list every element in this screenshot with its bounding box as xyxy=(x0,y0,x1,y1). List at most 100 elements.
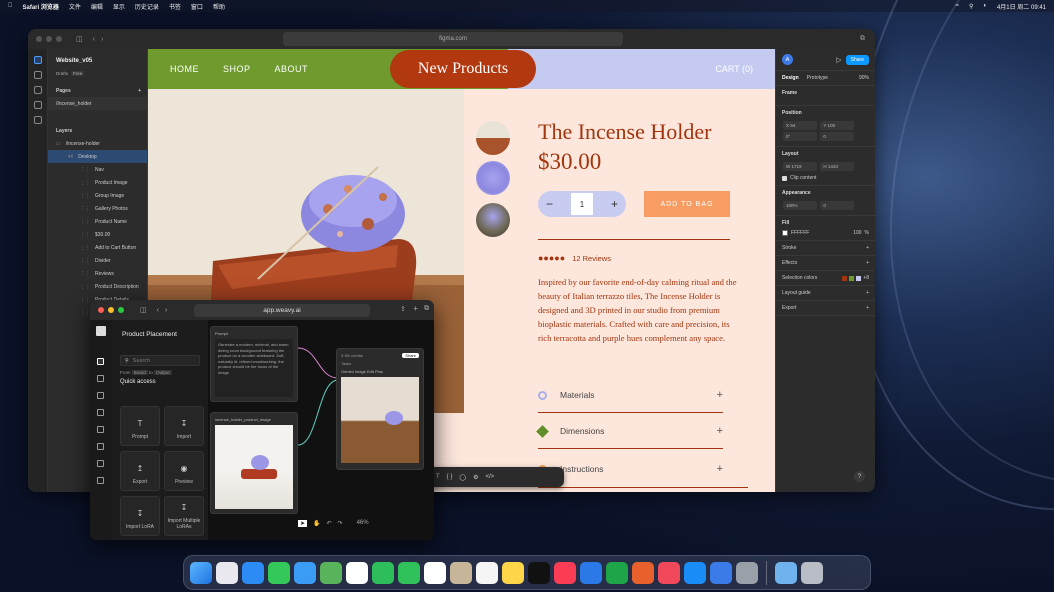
assets-icon[interactable] xyxy=(34,71,42,79)
layer-item[interactable]: ▭ /incense-holder xyxy=(48,137,147,150)
redo-icon[interactable]: ↷ xyxy=(338,520,343,527)
facetime-icon[interactable] xyxy=(372,561,394,584)
tile-import-lora[interactable]: ↧ Import LoRA xyxy=(120,496,160,536)
3d-icon[interactable] xyxy=(97,460,104,467)
actions-icon[interactable]: ⚙ xyxy=(473,474,478,481)
back-icon[interactable]: ‹ xyxy=(157,307,159,314)
frame-label[interactable]: Frame xyxy=(782,90,797,96)
more-colors[interactable]: +8 xyxy=(863,275,869,281)
clip-checkbox[interactable] xyxy=(782,175,787,181)
app-store-icon[interactable] xyxy=(684,561,706,584)
pages-icon[interactable] xyxy=(632,561,654,584)
prompt-text[interactable]: Generate a modern, minimal, and warm din… xyxy=(215,339,293,397)
tasks-label[interactable]: Tasks xyxy=(341,361,419,366)
x-field[interactable]: X 94 xyxy=(783,121,817,130)
weavy-logo-icon[interactable] xyxy=(96,326,106,336)
file-icon[interactable] xyxy=(34,56,42,64)
gallery-thumb-2[interactable] xyxy=(476,161,510,195)
qty-plus-button[interactable]: + xyxy=(611,197,618,211)
back-icon[interactable]: ‹ xyxy=(93,36,95,43)
color-swatch[interactable] xyxy=(849,275,855,281)
weavy-zoom-level[interactable]: 46% xyxy=(357,520,369,526)
from-value[interactable]: Board xyxy=(131,370,148,375)
layer-item[interactable]: ⋮⋮ Product Image xyxy=(48,176,147,189)
height-field[interactable]: H 1443 xyxy=(820,162,855,171)
prompt-node[interactable]: Prompt Generate a modern, minimal, and w… xyxy=(210,326,298,402)
history-icon[interactable] xyxy=(97,375,104,382)
share-button[interactable]: Share xyxy=(845,54,869,65)
sidebar-toggle-icon[interactable]: ◫ xyxy=(76,35,83,43)
photos-icon[interactable] xyxy=(346,561,368,584)
y-field[interactable]: Y 100 xyxy=(820,121,855,130)
user-avatar[interactable]: A xyxy=(782,54,793,65)
menu-app-name[interactable]: Safari 浏览器 xyxy=(23,2,59,11)
gallery-thumb-1[interactable] xyxy=(476,121,510,155)
rotation-field[interactable]: 0° xyxy=(783,132,817,141)
library-icon[interactable] xyxy=(34,101,42,109)
tile-preview[interactable]: ◉ Preview xyxy=(164,451,204,491)
menu-view[interactable]: 显示 xyxy=(113,2,125,11)
toolbox-icon[interactable] xyxy=(97,409,104,416)
add-export-icon[interactable]: + xyxy=(866,305,869,311)
keynote-icon[interactable] xyxy=(580,561,602,584)
music-icon[interactable] xyxy=(554,561,576,584)
layer-item[interactable]: ⋮⋮ Product Description xyxy=(48,280,147,293)
file-name[interactable]: Website_v05 xyxy=(48,54,147,68)
tile-prompt[interactable]: T Prompt xyxy=(120,406,160,446)
to-value[interactable]: Output xyxy=(154,370,172,375)
maps-icon[interactable] xyxy=(320,561,342,584)
layer-item[interactable]: ⋮⋮ Gallery Photos xyxy=(48,202,147,215)
expand-plus-icon[interactable]: + xyxy=(717,389,723,401)
close-button[interactable] xyxy=(36,36,42,42)
sidebar-toggle-icon[interactable]: ◫ xyxy=(140,306,147,314)
layer-item[interactable]: ⋮⋮ Add to Cart Button xyxy=(48,241,147,254)
tile-import-multiple-loras[interactable]: ↧ Import Multiple LoRAs xyxy=(164,496,204,536)
apple-tv-icon[interactable] xyxy=(528,561,550,584)
nav-shop[interactable]: SHOP xyxy=(223,64,251,74)
phone-icon[interactable] xyxy=(398,561,420,584)
corner-field[interactable]: 0 xyxy=(820,132,855,141)
menu-history[interactable]: 历史记录 xyxy=(135,2,159,11)
zoom-level[interactable]: 90% xyxy=(859,75,869,81)
add-page-icon[interactable]: + xyxy=(138,88,141,94)
messages-icon[interactable] xyxy=(268,561,290,584)
weavy-canvas[interactable]: Prompt Generate a modern, minimal, and w… xyxy=(208,320,434,540)
expand-plus-icon[interactable]: + xyxy=(717,425,723,437)
contacts-icon[interactable] xyxy=(450,561,472,584)
image-icon[interactable] xyxy=(97,426,104,433)
page-item[interactable]: /Incense_holder xyxy=(48,97,147,110)
launchpad-icon[interactable] xyxy=(216,561,238,584)
from-to-filter[interactable]: From Board to Output xyxy=(120,370,200,375)
weavy-share-button[interactable]: Share xyxy=(402,353,419,358)
tile-export[interactable]: ↥ Export xyxy=(120,451,160,491)
accordion-materials[interactable]: Materials + xyxy=(538,389,723,401)
system-settings-icon[interactable] xyxy=(736,561,758,584)
numbers-icon[interactable] xyxy=(606,561,628,584)
comment-icon[interactable]: ◯ xyxy=(459,474,466,481)
opacity-field[interactable]: 100% xyxy=(783,201,817,210)
accordion-instructions[interactable]: Instructions + xyxy=(538,463,723,475)
tab-prototype[interactable]: Prototype xyxy=(807,75,828,81)
dev-mode-icon[interactable]: </> xyxy=(485,474,494,480)
reviews-row[interactable]: ●●●●● 12 Reviews xyxy=(538,253,611,263)
add-to-bag-button[interactable]: ADD TO BAG xyxy=(644,191,730,217)
fill-swatch[interactable] xyxy=(782,230,788,236)
rocket-app-icon[interactable] xyxy=(658,561,680,584)
address-bar[interactable]: figma.com xyxy=(283,32,623,46)
forward-icon[interactable]: › xyxy=(101,36,103,43)
fill-opacity[interactable]: 100 xyxy=(853,230,861,236)
expand-plus-icon[interactable]: + xyxy=(717,463,723,475)
add-effect-icon[interactable]: + xyxy=(866,260,869,266)
qty-minus-button[interactable]: − xyxy=(546,197,553,211)
tabs-overview-icon[interactable]: ⧉ xyxy=(424,305,429,313)
fill-hex[interactable]: FFFFFF xyxy=(791,230,809,236)
layer-item[interactable]: ⋮⋮ Reviews xyxy=(48,267,147,280)
gemini-edit-node[interactable]: 3.3M credits Share Tasks Gemini Image Ed… xyxy=(336,348,424,470)
hand-tool-icon[interactable]: ✋ xyxy=(313,520,320,527)
fill-row[interactable]: FFFFFF 100 % xyxy=(782,230,869,236)
search-nodes-icon[interactable] xyxy=(97,358,104,365)
image-file-node[interactable]: incense_holder_product_image xyxy=(210,412,298,514)
minimize-button[interactable] xyxy=(108,307,114,313)
audio-icon[interactable] xyxy=(97,477,104,484)
notes-icon[interactable] xyxy=(502,561,524,584)
